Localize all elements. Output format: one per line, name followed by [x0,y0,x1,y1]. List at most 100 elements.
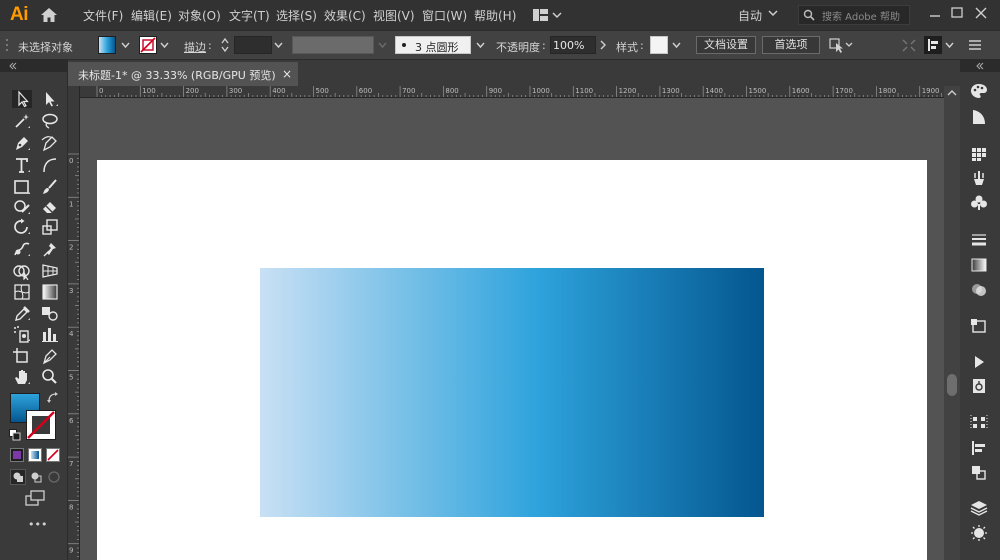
home-icon[interactable] [40,7,58,23]
chevron-down-icon[interactable] [672,41,681,49]
default-colors-icon[interactable] [9,429,21,441]
chevron-right-icon[interactable] [597,36,609,54]
menu-file[interactable]: 文件(F) [83,7,123,24]
draw-normal-icon[interactable] [10,469,26,485]
draw-behind-icon[interactable] [28,469,44,485]
collapse-panel-icon[interactable] [8,61,18,71]
column-graph-icon[interactable] [40,325,60,343]
menu-object[interactable]: 对象(O) [178,7,221,24]
menu-effect[interactable]: 效果(C) [324,7,366,24]
symbol-sprayer-icon[interactable] [12,325,32,343]
vertical-scrollbar[interactable] [944,86,960,560]
menu-edit[interactable]: 编辑(E) [131,7,172,24]
pathfinder-icon[interactable] [969,439,989,457]
puppet-warp-icon[interactable] [40,240,60,258]
chevron-down-icon[interactable] [476,41,485,49]
shape-builder-icon[interactable] [12,262,32,280]
align-icon[interactable] [969,413,989,431]
minimize-icon[interactable] [926,4,944,22]
chevron-down-icon[interactable] [121,41,130,49]
arc-tool-icon[interactable] [40,156,60,174]
menu-view[interactable]: 视图(V) [373,7,415,24]
scrollbar-thumb[interactable] [947,374,957,396]
rotate-tool-icon[interactable] [12,218,32,236]
type-tool-icon[interactable] [12,156,32,174]
stroke-weight-field[interactable] [234,36,272,54]
tab-close-icon[interactable]: × [282,67,292,81]
gradient-icon[interactable] [969,256,989,274]
warp-tool-icon[interactable] [12,240,32,258]
stroke-color-box[interactable] [26,410,56,440]
scale-tool-icon[interactable] [40,218,60,236]
collapse-icon[interactable] [902,39,916,52]
gradient-rectangle[interactable] [260,268,764,517]
variable-width-profile[interactable] [292,36,374,54]
magic-wand-icon[interactable] [12,112,32,130]
slice-tool-icon[interactable] [40,347,60,365]
selection-tool-icon[interactable] [12,90,32,108]
horizontal-ruler[interactable]: 0 100 200 300 400 500 600 700 800 900 1000 1100 1200… [80,86,944,98]
symbols-icon[interactable] [969,194,989,212]
menu-help[interactable]: 帮助(H) [474,7,516,24]
align-panel-icon[interactable] [924,36,942,54]
hand-tool-icon[interactable] [12,368,32,386]
eyedropper-icon[interactable] [12,304,32,322]
gradient-tool-icon[interactable] [40,283,60,301]
actions-icon[interactable] [969,353,989,371]
swatches-icon[interactable] [969,145,989,163]
links-icon[interactable] [969,377,989,395]
workspace-switcher[interactable]: 自动 [738,7,762,24]
gradient-mode-icon[interactable] [28,448,42,462]
stroke-icon[interactable] [969,231,989,249]
direct-selection-tool-icon[interactable] [40,90,60,108]
close-icon[interactable] [972,4,990,22]
grip-icon[interactable] [4,36,10,54]
stroke-label[interactable]: 描边 [184,39,206,55]
shaper-tool-icon[interactable] [12,198,32,216]
perspective-grid-icon[interactable] [40,262,60,280]
swap-colors-icon[interactable] [47,392,59,404]
expand-panels-icon[interactable] [975,61,985,71]
brushes-icon[interactable] [969,169,989,187]
chevron-down-icon[interactable] [945,41,954,49]
chevron-down-icon[interactable] [274,41,283,49]
color-guide-icon[interactable] [969,82,989,100]
pen-tool-icon[interactable] [12,134,32,152]
eraser-icon[interactable] [40,198,60,216]
scroll-up-icon[interactable] [946,88,958,98]
panel-menu-icon[interactable] [966,36,992,54]
graphic-style-swatch[interactable] [650,36,668,54]
document-tab-title[interactable]: 未标题-1* @ 33.33% (RGB/GPU 预览) [78,67,276,83]
screen-mode-icon[interactable] [24,490,46,506]
blend-tool-icon[interactable] [40,304,60,322]
lasso-icon[interactable] [40,112,60,130]
rectangle-tool-icon[interactable] [12,178,32,196]
chevron-down-icon[interactable] [160,41,169,49]
arrange-documents-icon[interactable] [532,7,562,23]
none-mode-icon[interactable] [46,448,60,462]
document-setup-button[interactable]: 文档设置 [696,36,756,54]
stepper-icon[interactable] [220,36,230,54]
draw-inside-icon[interactable] [46,469,62,485]
menu-window[interactable]: 窗口(W) [422,7,467,24]
curvature-tool-icon[interactable] [40,134,60,152]
artboards-icon[interactable] [969,524,989,542]
stroke-color-swatch[interactable] [139,36,157,54]
menu-select[interactable]: 选择(S) [276,7,317,24]
fill-color-swatch[interactable] [98,36,116,54]
vertical-ruler[interactable]: 0 1 2 3 4 5 6 7 8 9 [68,86,80,560]
mesh-tool-icon[interactable] [12,283,32,301]
chevron-down-icon[interactable] [768,8,778,18]
transform-icon[interactable] [969,463,989,481]
properties-icon[interactable] [969,108,989,126]
more-tools-icon[interactable]: ••• [28,518,47,531]
paintbrush-icon[interactable] [40,178,60,196]
zoom-tool-icon[interactable] [40,368,60,386]
preferences-button[interactable]: 首选项 [762,36,820,54]
select-similar-icon[interactable] [828,36,854,54]
color-mode-icon[interactable] [10,448,24,462]
artboard-tool-icon[interactable] [12,347,32,365]
appearance-icon[interactable] [969,317,989,335]
transparency-icon[interactable] [969,281,989,299]
maximize-icon[interactable] [948,4,966,22]
